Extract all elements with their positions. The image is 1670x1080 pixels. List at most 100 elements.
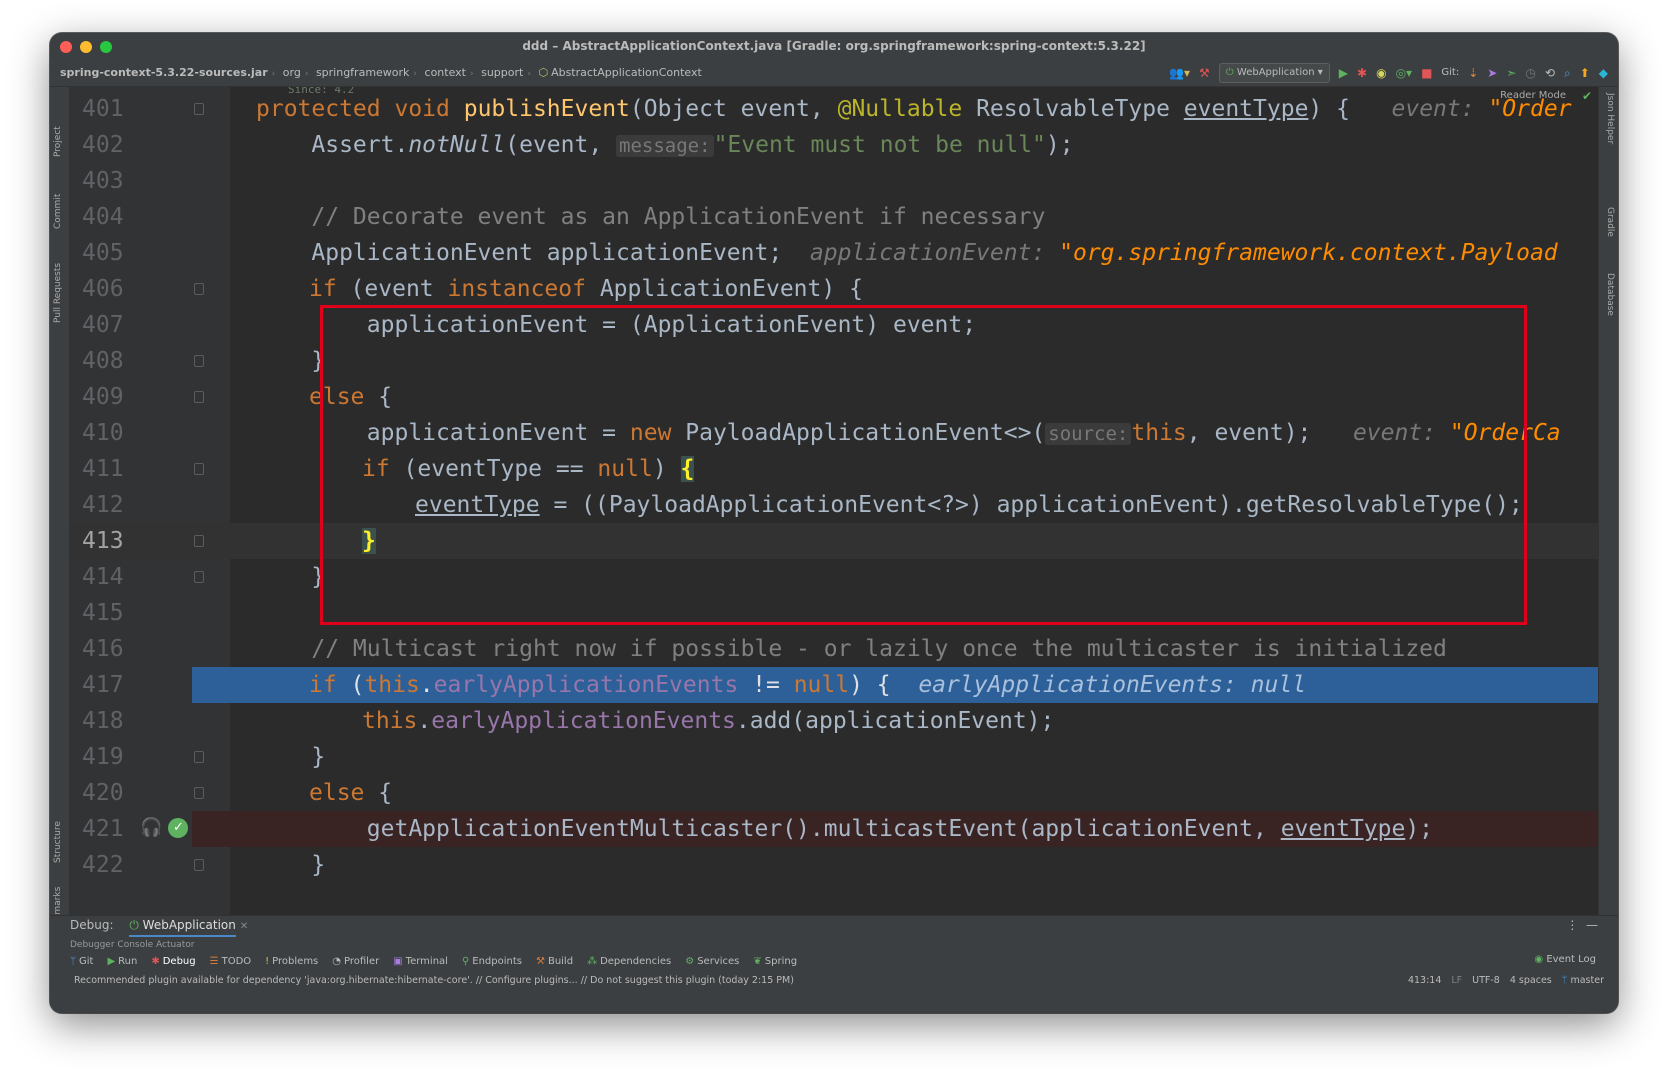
git-history-icon[interactable]: ◷ bbox=[1525, 63, 1535, 83]
git-update-icon[interactable]: ⇣ bbox=[1468, 63, 1478, 83]
stop-icon[interactable]: ■ bbox=[1421, 63, 1432, 83]
tool-todo[interactable]: ☰ TODO bbox=[210, 956, 252, 967]
users-icon[interactable]: 👥▾ bbox=[1169, 63, 1190, 83]
breadcrumb-jar[interactable]: spring-context-5.3.22-sources.jar bbox=[60, 66, 268, 79]
debug-bug-icon[interactable]: ✱ bbox=[1357, 63, 1367, 83]
line-number[interactable]: 403 bbox=[82, 163, 138, 199]
line-number[interactable]: 415 bbox=[82, 595, 138, 631]
line-number[interactable]: 422 bbox=[82, 847, 138, 883]
caret-position[interactable]: 413:14 bbox=[1408, 975, 1441, 986]
tool-project[interactable]: Project bbox=[53, 126, 63, 157]
line-number[interactable]: 409 bbox=[82, 379, 138, 415]
breadcrumb-class[interactable]: AbstractApplicationContext bbox=[551, 66, 702, 79]
fold-marker-icon[interactable] bbox=[194, 391, 204, 403]
file-encoding[interactable]: UTF-8 bbox=[1472, 975, 1500, 986]
code-line-409: 409 else { bbox=[70, 379, 1598, 415]
fold-marker-icon[interactable] bbox=[194, 283, 204, 295]
git-branch[interactable]: ᛘ master bbox=[1562, 975, 1604, 986]
tool-problems[interactable]: ! Problems bbox=[265, 956, 318, 967]
tool-commit[interactable]: Commit bbox=[53, 194, 63, 229]
fold-marker-icon[interactable] bbox=[194, 535, 204, 547]
tool-git[interactable]: ᛘ Git bbox=[70, 956, 93, 967]
build-hammer-icon[interactable]: ⚒ bbox=[1199, 63, 1210, 83]
tool-build[interactable]: ⚒ Build bbox=[536, 956, 573, 967]
fold-marker-icon[interactable] bbox=[194, 571, 204, 583]
line-number[interactable]: 402 bbox=[82, 127, 138, 163]
line-number[interactable]: 411 bbox=[82, 451, 138, 487]
tool-json-helper[interactable]: Json Helper bbox=[1605, 93, 1615, 144]
event-log-icon: ◉ bbox=[1534, 954, 1547, 965]
tool-profiler[interactable]: ◔ Profiler bbox=[332, 956, 379, 967]
line-number[interactable]: 410 bbox=[82, 415, 138, 451]
tool-dependencies[interactable]: ⁂ Dependencies bbox=[587, 956, 671, 967]
tool-endpoints[interactable]: ⚲ Endpoints bbox=[462, 956, 522, 967]
git-push-icon[interactable]: ➤ bbox=[1487, 63, 1497, 83]
breadcrumb-springframework[interactable]: springframework bbox=[316, 66, 409, 79]
tool-window-bar: ᛘ Git ▶ Run ✱ Debug ☰ TODO ! Problems ◔ Profil… bbox=[70, 952, 1608, 970]
line-number[interactable]: 401 bbox=[82, 91, 138, 127]
code-editor[interactable]: Since: 4.2 Reader Mode ✔ 401 protected v… bbox=[70, 87, 1598, 915]
search-icon[interactable]: ⌕ bbox=[1564, 63, 1571, 83]
tool-gradle[interactable]: Gradle bbox=[1605, 207, 1615, 237]
debug-session-tab[interactable]: ⏻ WebApplication bbox=[129, 918, 236, 937]
left-tool-strip: Project Commit Pull Requests Structure B… bbox=[50, 87, 70, 967]
line-separator[interactable]: LF bbox=[1451, 975, 1462, 986]
line-number[interactable]: 419 bbox=[82, 739, 138, 775]
indent-setting[interactable]: 4 spaces bbox=[1510, 975, 1552, 986]
rollback-icon[interactable]: ⟲ bbox=[1545, 63, 1555, 83]
bottom-panel: Debug: ⏻ WebApplication ✕ ⋮ — Debugger Co… bbox=[50, 915, 1618, 1013]
fold-marker-icon[interactable] bbox=[194, 103, 204, 115]
coverage-icon[interactable]: ◉ bbox=[1376, 63, 1386, 83]
profile-icon[interactable]: ◎▾ bbox=[1396, 63, 1413, 83]
tool-terminal[interactable]: ▣ Terminal bbox=[393, 956, 448, 967]
tool-debug[interactable]: ✱ Debug bbox=[151, 956, 195, 967]
tool-structure[interactable]: Structure bbox=[53, 821, 63, 863]
status-message[interactable]: Recommended plugin available for depende… bbox=[74, 975, 794, 986]
breadcrumb-context[interactable]: context bbox=[425, 66, 466, 79]
code-line-413-current: 413 } bbox=[70, 523, 1598, 559]
tool-database[interactable]: Database bbox=[1605, 273, 1615, 316]
code-line-418: 418 this.earlyApplicationEvents.add(appl… bbox=[70, 703, 1598, 739]
tool-pull-requests[interactable]: Pull Requests bbox=[53, 263, 63, 323]
fold-marker-icon[interactable] bbox=[194, 751, 204, 763]
run-icon[interactable]: ▶ bbox=[1339, 63, 1348, 83]
line-number[interactable]: 405 bbox=[82, 235, 138, 271]
run-configuration-select[interactable]: ⏻ WebApplication ▾ bbox=[1218, 63, 1330, 83]
breakpoint-check-icon[interactable]: ✓ bbox=[168, 818, 189, 838]
more-options-icon[interactable]: ⋮ — bbox=[1566, 918, 1598, 932]
line-number[interactable]: 414 bbox=[82, 559, 138, 595]
breakpoint-line-highlight: getApplicationEventMulticaster().multica… bbox=[192, 811, 1598, 847]
tool-run[interactable]: ▶ Run bbox=[107, 956, 137, 967]
line-number[interactable]: 408 bbox=[82, 343, 138, 379]
code-line-408: 408 } bbox=[70, 343, 1598, 379]
tool-services[interactable]: ⚙ Services bbox=[685, 956, 739, 967]
debug-sub-tabs[interactable]: Debugger Console Actuator bbox=[70, 940, 1598, 952]
update-icon[interactable]: ⬆ bbox=[1580, 63, 1590, 83]
code-line-415: 415 bbox=[70, 595, 1598, 631]
line-number[interactable]: 416 bbox=[82, 631, 138, 667]
param-hint-message: message: bbox=[616, 135, 714, 157]
line-number[interactable]: 404 bbox=[82, 199, 138, 235]
fold-marker-icon[interactable] bbox=[194, 859, 204, 871]
line-number[interactable]: 421 bbox=[82, 811, 138, 847]
fold-marker-icon[interactable] bbox=[194, 355, 204, 367]
fold-marker-icon[interactable] bbox=[194, 787, 204, 799]
git-commit-icon[interactable]: ➣ bbox=[1506, 63, 1516, 83]
event-log[interactable]: ◉ Event Log bbox=[1534, 954, 1596, 965]
tool-spring[interactable]: ❦ Spring bbox=[753, 956, 797, 967]
line-number[interactable]: 417 bbox=[82, 667, 138, 703]
ide-window: ddd – AbstractApplicationContext.java [G… bbox=[50, 33, 1618, 1013]
line-number[interactable]: 418 bbox=[82, 703, 138, 739]
breadcrumb-org[interactable]: org bbox=[283, 66, 301, 79]
plugin-icon[interactable]: ◆ bbox=[1599, 63, 1608, 83]
close-tab-icon[interactable]: ✕ bbox=[240, 921, 248, 932]
line-number[interactable]: 406 bbox=[82, 271, 138, 307]
headphones-icon[interactable]: 🎧 bbox=[140, 817, 162, 839]
code-line-406: 406 if (event instanceof ApplicationEven… bbox=[70, 271, 1598, 307]
line-number[interactable]: 420 bbox=[82, 775, 138, 811]
fold-marker-icon[interactable] bbox=[194, 463, 204, 475]
line-number[interactable]: 412 bbox=[82, 487, 138, 523]
breadcrumb-support[interactable]: support bbox=[481, 66, 523, 79]
line-number[interactable]: 413 bbox=[82, 523, 138, 559]
line-number[interactable]: 407 bbox=[82, 307, 138, 343]
